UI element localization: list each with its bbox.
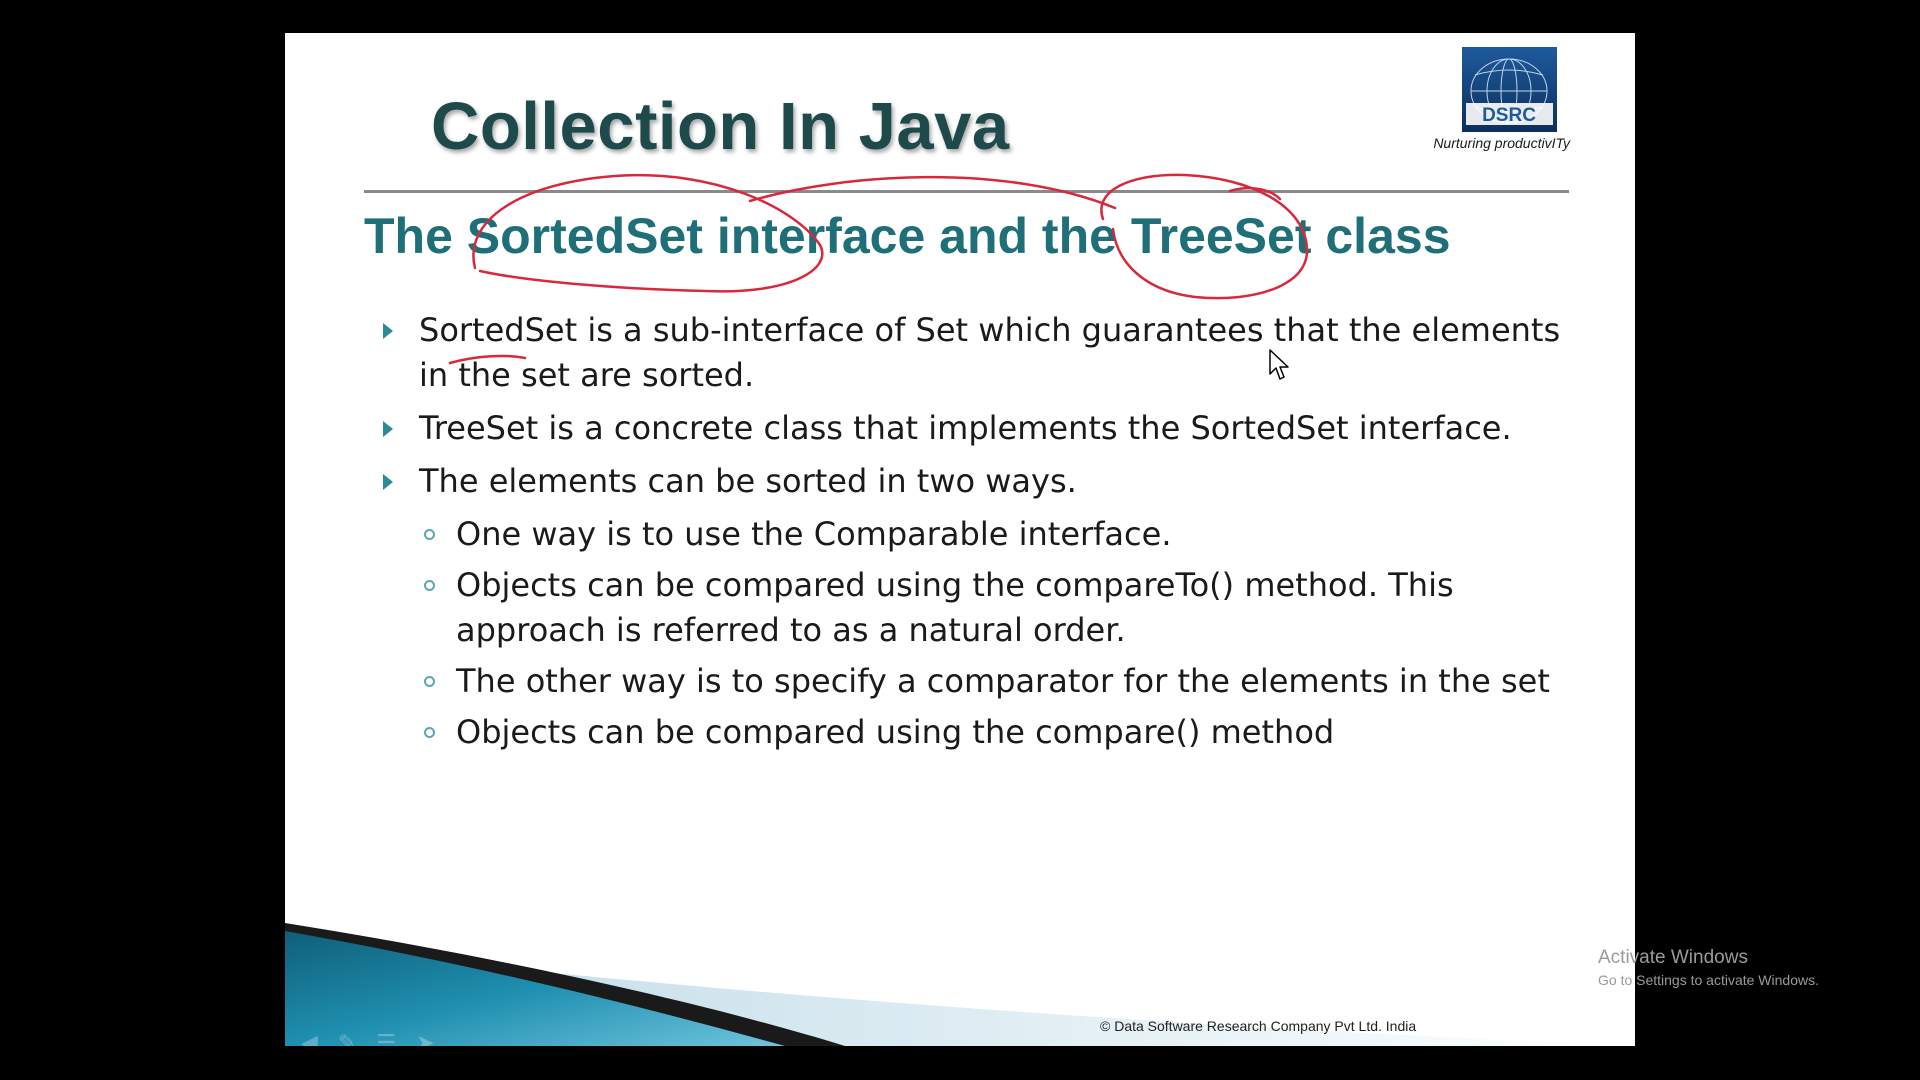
bullet-item: TreeSet is a concrete class that impleme…: [364, 406, 1574, 451]
pen-icon[interactable]: ✎: [338, 1033, 356, 1047]
menu-icon[interactable]: ☰: [376, 1033, 396, 1047]
globe-logo-icon: DSRC: [1462, 47, 1557, 132]
bullet-text: One way is to use the Comparable interfa…: [456, 515, 1172, 553]
forward-icon[interactable]: ➤: [416, 1033, 434, 1047]
activation-watermark: Activate Windows Go to Settings to activ…: [1598, 946, 1819, 990]
back-arrow-icon[interactable]: ◀: [301, 1033, 318, 1047]
sub-bullet-item: The other way is to specify a comparator…: [364, 659, 1574, 704]
slideshow-nav: ◀ ✎ ☰ ➤: [301, 1033, 435, 1047]
bullet-item: The elements can be sorted in two ways.: [364, 459, 1574, 504]
bullet-text: Objects can be compared using the compar…: [456, 713, 1335, 751]
slide-title: Collection In Java: [431, 89, 1010, 164]
company-logo: DSRC Nurturing productivITy: [1415, 47, 1570, 157]
screen: Collection In Java DSRC Nurturing produc…: [0, 0, 1920, 1080]
decorative-wave: [285, 923, 1635, 1046]
watermark-subtitle: Go to Settings to activate Windows.: [1598, 972, 1819, 988]
bullet-text: The other way is to specify a comparator…: [456, 662, 1550, 700]
slide-subtitle: The SortedSet interface and the TreeSet …: [364, 208, 1451, 264]
logo-wordmark: DSRC: [1482, 105, 1536, 126]
bullet-list: SortedSet is a sub-interface of Set whic…: [364, 308, 1574, 761]
title-divider: [364, 190, 1569, 193]
slide: Collection In Java DSRC Nurturing produc…: [285, 33, 1635, 1046]
logo-tagline: Nurturing productivITy: [1433, 135, 1570, 151]
mouse-pointer-icon: [1269, 349, 1289, 380]
copyright-footer: © Data Software Research Company Pvt Ltd…: [1100, 1018, 1417, 1034]
triangle-right-icon: [383, 474, 393, 490]
bullet-text: TreeSet is a concrete class that impleme…: [419, 409, 1512, 447]
ring-icon: [424, 727, 435, 738]
sub-bullet-item: One way is to use the Comparable interfa…: [364, 512, 1574, 557]
triangle-right-icon: [383, 323, 393, 339]
bullet-text: The elements can be sorted in two ways.: [419, 462, 1077, 500]
sub-bullet-item: Objects can be compared using the compar…: [364, 710, 1574, 755]
sub-bullet-item: Objects can be compared using the compar…: [364, 563, 1574, 653]
triangle-right-icon: [383, 421, 393, 437]
ring-icon: [424, 580, 435, 591]
ring-icon: [424, 529, 435, 540]
bullet-item: SortedSet is a sub-interface of Set whic…: [364, 308, 1574, 398]
watermark-title: Activate Windows: [1598, 947, 1748, 968]
bullet-text: Objects can be compared using the compar…: [456, 566, 1454, 649]
bullet-text: SortedSet is a sub-interface of Set whic…: [419, 311, 1561, 394]
ring-icon: [424, 676, 435, 687]
